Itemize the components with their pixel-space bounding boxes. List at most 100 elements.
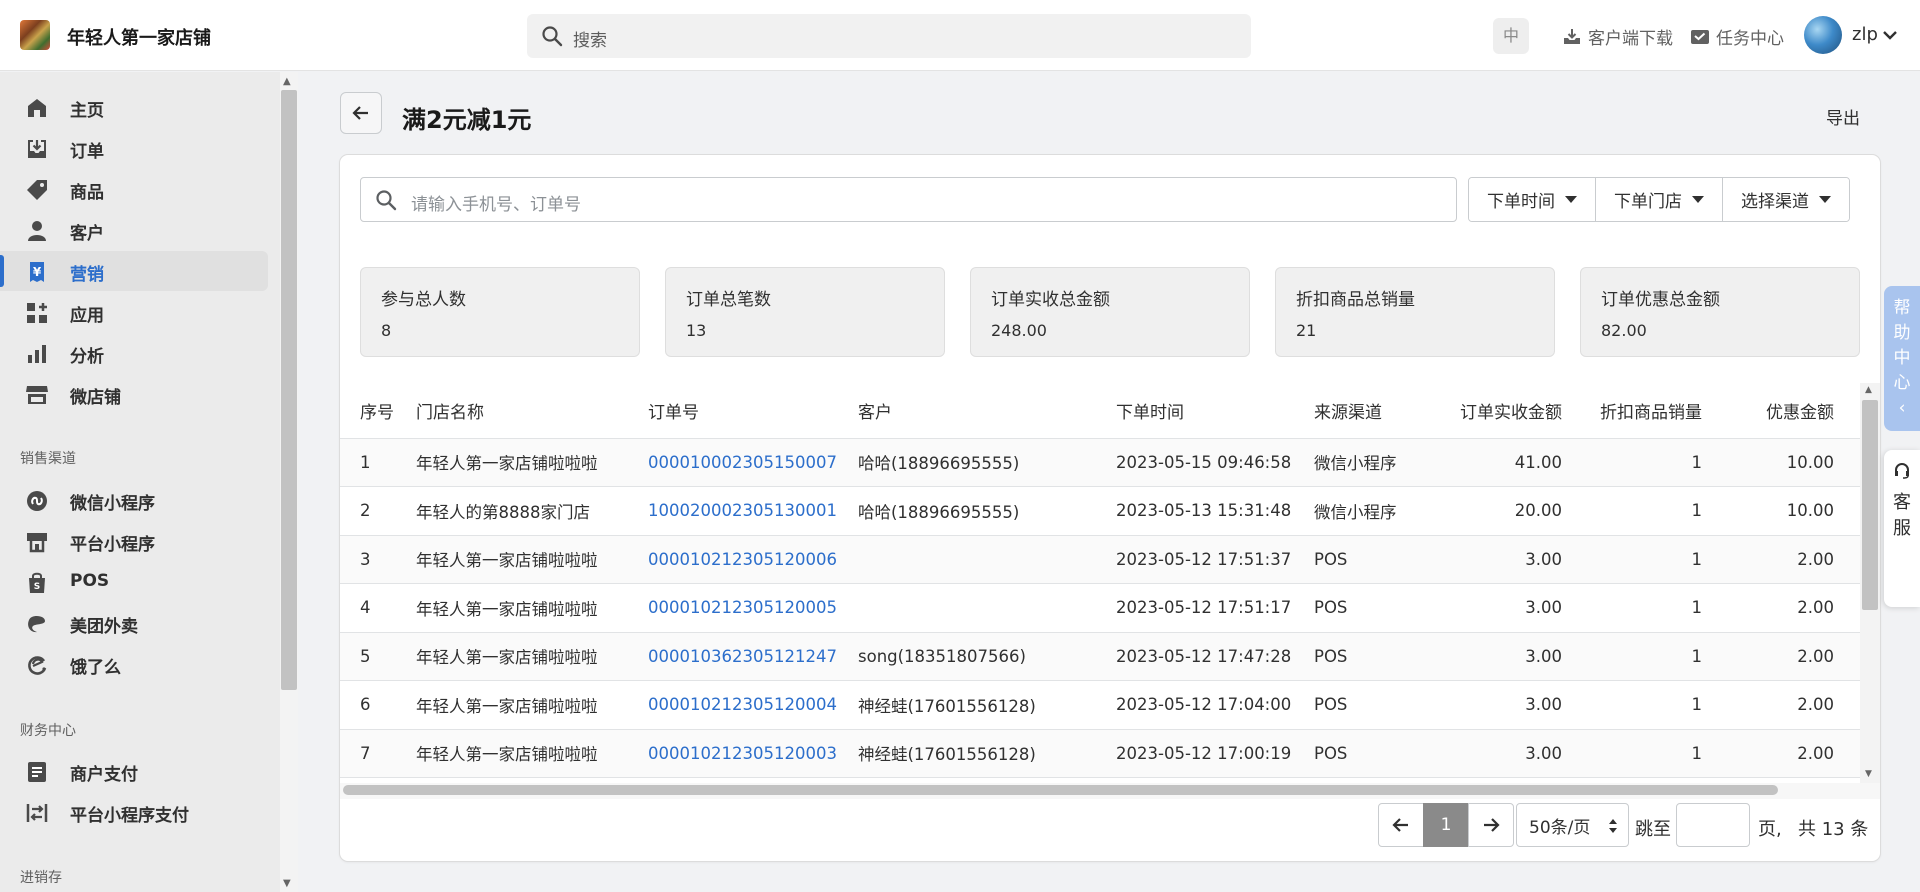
page-number-button[interactable]: 1: [1423, 803, 1469, 847]
received-amount: 3.00: [1426, 535, 1562, 584]
order-number-link[interactable]: 000010002305150007: [648, 438, 858, 487]
order-time-filter-label: 下单时间: [1487, 192, 1555, 212]
download-tray-icon: [1564, 28, 1580, 44]
order-number-link[interactable]: 100020002305130001: [648, 486, 858, 536]
sidebar-item-pos[interactable]: S POS: [0, 562, 268, 602]
discount-amount: 2.00: [1708, 729, 1860, 778]
sidebar-item-platform-miniprogram[interactable]: 平台小程序: [0, 521, 268, 561]
shop-name[interactable]: 年轻人第一家店铺: [67, 24, 211, 50]
source-channel: POS: [1314, 583, 1426, 633]
table-horizontal-scrollbar-thumb[interactable]: [343, 785, 1778, 795]
help-char: 助: [1893, 323, 1911, 343]
order-time-filter[interactable]: 下单时间: [1469, 178, 1595, 221]
sidebar-item-meituan[interactable]: 美团外卖: [0, 603, 268, 643]
prev-page-button[interactable]: [1378, 803, 1424, 847]
next-page-button[interactable]: [1468, 803, 1514, 847]
order-store-filter[interactable]: 下单门店: [1595, 178, 1722, 221]
table-vertical-scrollbar-thumb[interactable]: [1862, 400, 1878, 610]
scroll-up-icon[interactable]: ▲: [283, 76, 291, 87]
sidebar-item-marketing[interactable]: ¥ 营销: [0, 251, 268, 291]
sidebar-item-merchant-pay[interactable]: 商户支付: [0, 751, 268, 791]
stat-value: 248.00: [991, 321, 1047, 340]
stat-discount-sales: 折扣商品总销量 21: [1275, 267, 1555, 357]
store-name: 年轻人第一家店铺啦啦啦: [416, 632, 648, 681]
store-name: 年轻人第一家店铺啦啦啦: [416, 729, 648, 778]
order-number-link[interactable]: 000010362305121247: [648, 632, 858, 681]
source-channel: POS: [1314, 535, 1426, 584]
help-center-tab[interactable]: 帮 助 中 心 ‹: [1884, 286, 1920, 431]
service-char: 客: [1893, 492, 1911, 513]
order-number-link[interactable]: 000010212305120005: [648, 583, 858, 633]
stat-received-amount: 订单实收总金额 248.00: [970, 267, 1250, 357]
sidebar-item-eleme[interactable]: 饿了么: [0, 644, 268, 684]
sidebar-item-micro-store[interactable]: 微店铺: [0, 374, 268, 414]
task-center-link[interactable]: 任务中心: [1690, 24, 1784, 49]
source-channel: POS: [1314, 632, 1426, 681]
customer: 哈哈(18896695555): [858, 438, 1116, 487]
language-switch[interactable]: 中: [1493, 18, 1529, 54]
channel-filter[interactable]: 选择渠道: [1722, 178, 1849, 221]
column-header: 订单号: [648, 383, 858, 439]
sidebar-item-apps[interactable]: 应用: [0, 292, 268, 332]
customer-service-tab[interactable]: 客 服: [1884, 450, 1920, 607]
order-number-link[interactable]: 000010212305120004: [648, 680, 858, 730]
sidebar-item-analytics[interactable]: 分析: [0, 333, 268, 373]
sidebar-item-customers[interactable]: 客户: [0, 210, 268, 250]
inbox-download-icon: [28, 140, 46, 158]
arrow-right-icon: [1484, 818, 1500, 832]
avatar[interactable]: [1804, 16, 1842, 54]
sidebar-item-label: 饿了么: [70, 658, 121, 678]
column-header: 下单时间: [1116, 383, 1314, 439]
task-center-label: 任务中心: [1716, 29, 1784, 49]
stat-label: 订单总笔数: [686, 290, 771, 310]
order-number-link[interactable]: 000010212305120006: [648, 535, 858, 584]
store-name: 年轻人第一家店铺啦啦啦: [416, 438, 648, 487]
row-index: 3: [340, 535, 416, 584]
jump-to-label: 跳至: [1635, 819, 1671, 840]
global-search-input[interactable]: 搜索: [527, 14, 1251, 58]
order-search-input[interactable]: 请输入手机号、订单号: [360, 177, 1457, 222]
sidebar-item-orders[interactable]: 订单: [0, 128, 268, 168]
jump-page-input[interactable]: [1676, 803, 1750, 847]
discount-sales: 1: [1562, 535, 1708, 584]
order-time: 2023-05-12 17:51:37: [1116, 535, 1314, 584]
order-time: 2023-05-12 17:51:17: [1116, 583, 1314, 633]
mail-check-icon: [1691, 29, 1709, 44]
chevron-left-icon: ‹: [1898, 398, 1906, 418]
sidebar-item-products[interactable]: 商品: [0, 169, 268, 209]
scroll-up-icon[interactable]: ▲: [1865, 385, 1872, 395]
platform-icon: [27, 533, 47, 553]
miniprogram-icon: [27, 491, 47, 511]
sidebar-item-home[interactable]: 主页: [0, 87, 268, 127]
source-channel: POS: [1314, 680, 1426, 730]
scroll-down-icon[interactable]: ▼: [1865, 769, 1872, 779]
column-header: 折扣商品销量: [1562, 383, 1708, 439]
stat-label: 折扣商品总销量: [1296, 290, 1415, 310]
sidebar-scrollbar-thumb[interactable]: [281, 90, 297, 690]
order-store-filter-label: 下单门店: [1614, 192, 1682, 212]
customer: 神经蛙(17601556128): [858, 680, 1116, 730]
stat-discount-amount: 订单优惠总金额 82.00: [1580, 267, 1860, 357]
order-number-link[interactable]: 000010212305120003: [648, 729, 858, 778]
channel-filter-label: 选择渠道: [1741, 192, 1809, 212]
user-menu[interactable]: zlp: [1852, 24, 1898, 45]
svg-text:¥: ¥: [33, 265, 42, 279]
stat-value: 82.00: [1601, 321, 1647, 340]
order-time: 2023-05-12 17:04:00: [1116, 680, 1314, 730]
shopping-bag-icon: S: [29, 572, 45, 593]
row-index: 4: [340, 583, 416, 633]
sidebar-item-wechat-miniprogram[interactable]: 微信小程序: [0, 480, 268, 520]
shop-logo[interactable]: [20, 20, 50, 50]
yen-icon: ¥: [30, 262, 44, 282]
store-name: 年轻人的第8888家门店: [416, 486, 648, 536]
order-time: 2023-05-15 09:46:58: [1116, 438, 1314, 487]
sidebar-item-platform-pay[interactable]: 平台小程序支付: [0, 792, 268, 832]
client-download-link[interactable]: 客户端下载: [1562, 24, 1673, 49]
order-time: 2023-05-12 17:47:28: [1116, 632, 1314, 681]
column-header: 来源渠道: [1314, 383, 1426, 439]
page-size-select[interactable]: 50条/页: [1516, 803, 1629, 847]
back-button[interactable]: [340, 92, 382, 134]
export-button[interactable]: 导出: [1826, 104, 1860, 129]
scroll-down-icon[interactable]: ▼: [283, 878, 291, 889]
select-arrows-icon: [1609, 819, 1617, 833]
